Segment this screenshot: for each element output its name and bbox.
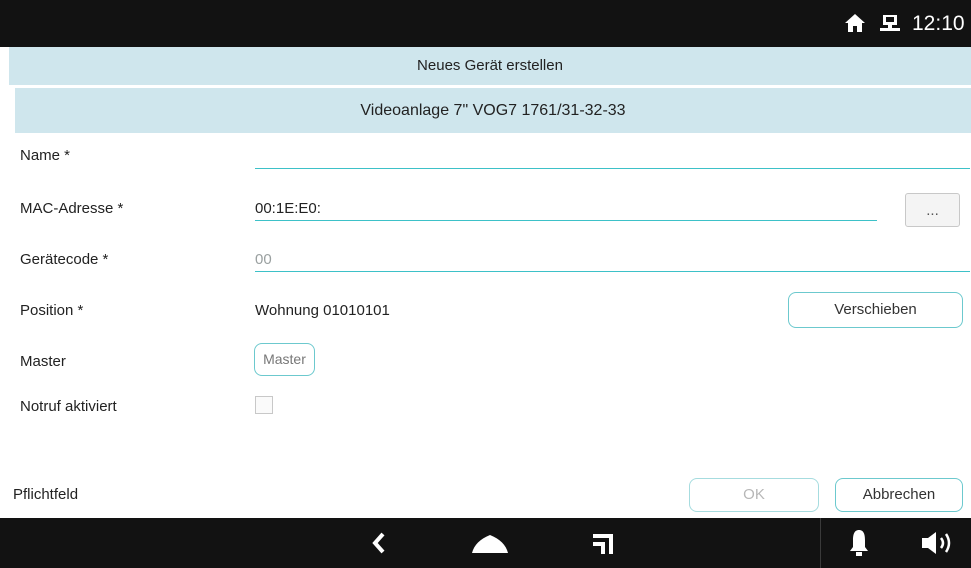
device-code-input[interactable]: 00 — [255, 243, 970, 273]
back-icon[interactable] — [369, 530, 389, 556]
required-note: Pflichtfeld — [13, 486, 79, 503]
cancel-button[interactable]: Abbrechen — [835, 478, 963, 512]
device-code-placeholder: 00 — [255, 251, 272, 268]
master-button[interactable]: Master — [254, 343, 315, 376]
ok-button[interactable]: OK — [689, 478, 819, 512]
master-label: Master — [20, 353, 66, 370]
name-label: Name * — [20, 147, 71, 164]
mac-options-button[interactable]: ... — [905, 193, 960, 227]
dialog-title: Neues Gerät erstellen — [9, 47, 971, 85]
mac-underline — [255, 220, 877, 221]
mac-address-input[interactable]: 00:1E:E0: — [255, 192, 877, 222]
position-label: Position * — [20, 302, 84, 319]
clock: 12:10 — [912, 12, 965, 35]
navigation-bar — [0, 518, 971, 568]
device-type-header: Videoanlage 7" VOG7 1761/31-32-33 — [15, 88, 971, 133]
speaker-icon[interactable] — [920, 529, 960, 557]
device-code-underline — [255, 271, 970, 272]
position-value: Wohnung 01010101 — [255, 302, 390, 319]
emergency-label: Notruf aktiviert — [20, 398, 117, 415]
home-icon — [845, 14, 865, 32]
device-code-label: Gerätecode * — [20, 251, 109, 268]
move-button[interactable]: Verschieben — [788, 292, 963, 328]
mac-label: MAC-Adresse * — [20, 200, 124, 217]
nav-divider — [820, 518, 821, 568]
home-icon[interactable] — [470, 531, 510, 557]
name-underline — [255, 168, 970, 169]
mac-address-value: 00:1E:E0: — [255, 200, 321, 217]
recent-apps-icon[interactable] — [589, 530, 617, 556]
bell-icon[interactable] — [848, 528, 870, 558]
name-input[interactable] — [255, 140, 970, 170]
emergency-checkbox[interactable] — [255, 396, 273, 414]
network-icon — [880, 15, 900, 31]
status-bar: 12:10 — [0, 0, 971, 47]
